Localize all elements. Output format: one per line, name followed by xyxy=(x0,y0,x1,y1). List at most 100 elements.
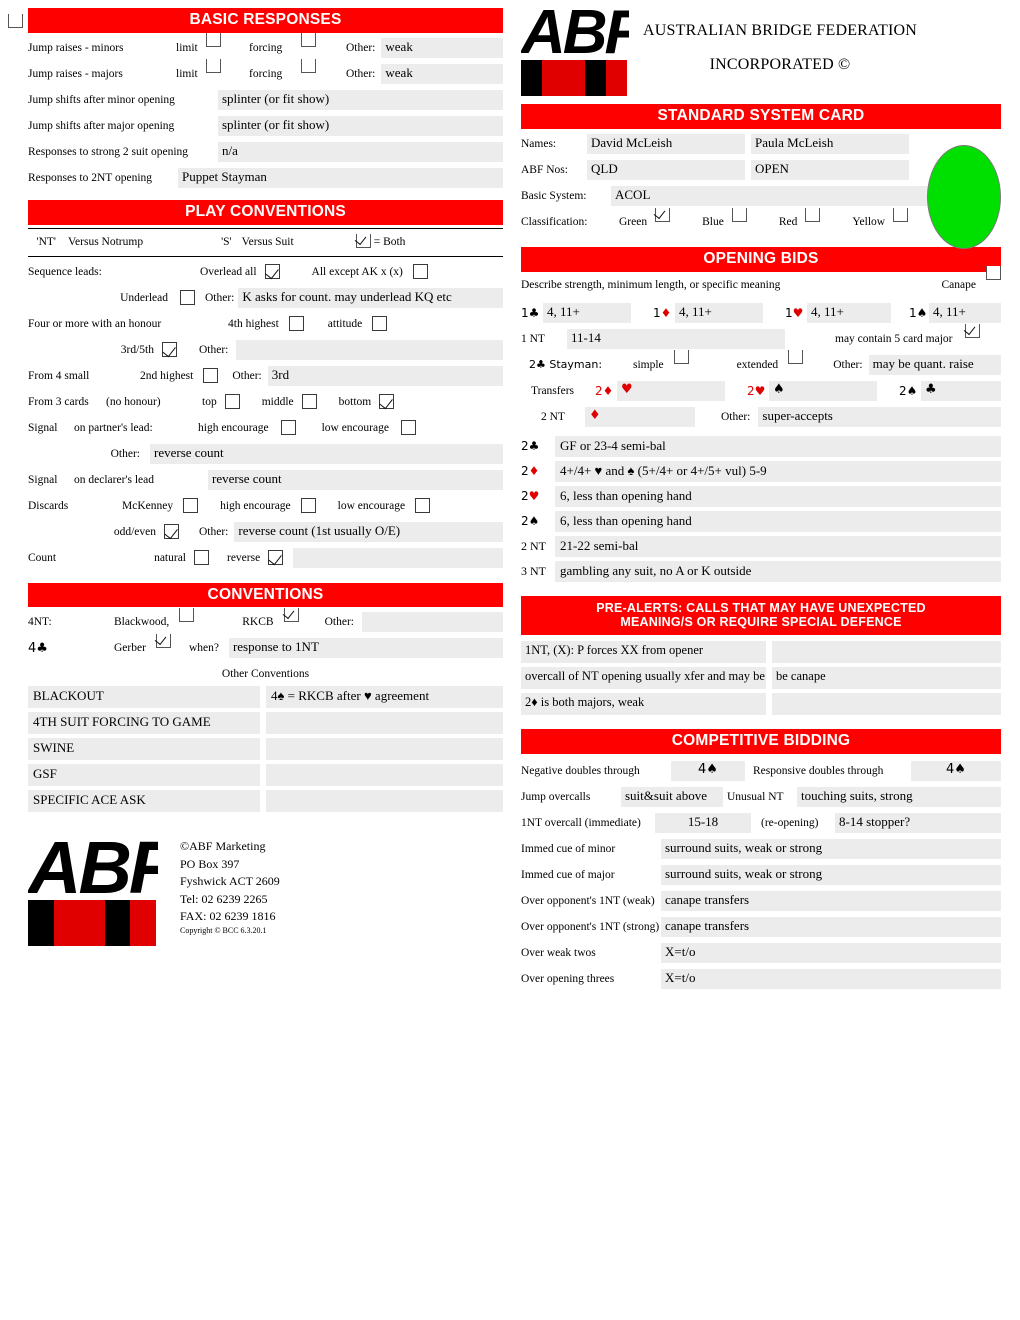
convention-name[interactable]: GSF xyxy=(28,764,260,787)
over-weak-twos-value[interactable]: X=t/o xyxy=(661,943,1001,964)
convention-meaning[interactable] xyxy=(266,738,503,761)
pre-alert-text[interactable]: 1NT, (X): P forces XX from opener xyxy=(521,641,766,664)
low-encourage-discard-checkbox[interactable] xyxy=(415,498,431,514)
convention-meaning[interactable] xyxy=(266,790,503,813)
nt-overcall-value[interactable]: 15-18 xyxy=(655,813,751,834)
high-encourage-partner-checkbox[interactable] xyxy=(280,420,296,436)
immed-cue-major-value[interactable]: surround suits, weak or strong xyxy=(661,865,1001,886)
gerber-when-value[interactable]: response to 1NT xyxy=(228,638,503,659)
opening-bid-2nt-value[interactable]: 21-22 semi-bal xyxy=(555,535,1001,557)
opening-bid-2h-value[interactable]: 6, less than opening hand xyxy=(555,485,1001,507)
responsive-doubles-value[interactable]: 4♠ xyxy=(911,761,1001,782)
stayman-other-value[interactable]: may be quant. raise xyxy=(868,354,1001,375)
stayman-extended-checkbox[interactable] xyxy=(788,350,804,366)
convention-name[interactable]: SPECIFIC ACE ASK xyxy=(28,790,260,813)
attitude-checkbox[interactable] xyxy=(372,316,388,332)
count-other-value[interactable] xyxy=(293,547,503,568)
overlead-all-checkbox[interactable] xyxy=(264,264,280,280)
gerber-checkbox[interactable] xyxy=(155,633,171,649)
low-encourage-partner-checkbox[interactable] xyxy=(400,420,416,436)
classification-yellow-checkbox[interactable] xyxy=(893,208,909,224)
player-name-2[interactable]: Paula McLeish xyxy=(751,133,909,154)
second-highest-checkbox[interactable] xyxy=(203,368,219,384)
jump-shifts-major-value[interactable]: splinter (or fit show) xyxy=(218,115,503,136)
over-opp-1nt-strong-value[interactable]: canape transfers xyxy=(661,917,1001,938)
underlead-other-value[interactable]: K asks for count. may underlead KQ etc xyxy=(238,287,503,308)
over-opp-1nt-weak-value[interactable]: canape transfers xyxy=(661,891,1001,912)
basic-system-value[interactable]: ACOL xyxy=(611,185,933,206)
blackwood-checkbox[interactable] xyxy=(179,607,195,623)
canape-checkbox[interactable] xyxy=(986,266,1001,282)
pre-alert-text[interactable]: 2♦ is both majors, weak xyxy=(521,693,766,716)
from-4-small-other-value[interactable]: 3rd xyxy=(267,365,503,386)
classification-green-checkbox[interactable] xyxy=(655,208,671,224)
mckenney-checkbox[interactable] xyxy=(183,498,199,514)
fourth-highest-checkbox[interactable] xyxy=(288,316,304,332)
partner-other-value[interactable]: reverse count xyxy=(150,443,503,464)
pre-alert-extra[interactable] xyxy=(772,641,1001,664)
abf-no-2[interactable]: OPEN xyxy=(751,159,909,180)
unusual-nt-value[interactable]: touching suits, strong xyxy=(797,787,1001,808)
convention-meaning[interactable] xyxy=(266,764,503,787)
opening-bid-2s-value[interactable]: 6, less than opening hand xyxy=(555,510,1001,532)
classification-red-checkbox[interactable] xyxy=(805,208,821,224)
negative-doubles-value[interactable]: 4♠ xyxy=(671,761,745,782)
convention-meaning[interactable]: 4♠ = RKCB after ♥ agreement xyxy=(266,686,503,709)
jump-raises-majors-other[interactable]: weak xyxy=(381,63,503,84)
opening-bid-1d-value[interactable]: 4, 11+ xyxy=(675,302,763,323)
opening-bid-1h-value[interactable]: 4, 11+ xyxy=(807,302,891,323)
opening-bid-2d-value[interactable]: 4+/4+ ♥ and ♠ (5+/4+ or 4+/5+ vul) 5-9 xyxy=(555,460,1001,482)
two-nt-transfer-suit[interactable]: ♦ xyxy=(585,406,695,427)
all-except-checkbox[interactable] xyxy=(412,264,428,280)
jump-raises-minors-other[interactable]: weak xyxy=(381,37,503,58)
five-card-major-checkbox[interactable] xyxy=(964,324,980,340)
player-name-1[interactable]: David McLeish xyxy=(587,133,745,154)
rkcb-checkbox[interactable] xyxy=(283,607,299,623)
opening-bid-1s-value[interactable]: 4, 11+ xyxy=(929,302,1001,323)
reopening-value[interactable]: 8-14 stopper? xyxy=(835,813,1001,834)
one-nt-value[interactable]: 11-14 xyxy=(567,328,785,349)
opening-bid-2c-value[interactable]: GF or 23-4 semi-bal xyxy=(555,435,1001,457)
pre-alert-extra[interactable]: be canape xyxy=(772,667,1001,690)
jump-overcalls-value[interactable]: suit&suit above xyxy=(621,787,723,808)
responses-strong-2-value[interactable]: n/a xyxy=(218,141,503,162)
middle-checkbox[interactable] xyxy=(301,394,317,410)
natural-checkbox[interactable] xyxy=(194,550,209,566)
abf-no-1[interactable]: QLD xyxy=(587,159,745,180)
underlead-checkbox[interactable] xyxy=(180,290,195,306)
jump-shifts-minor-value[interactable]: splinter (or fit show) xyxy=(218,89,503,110)
top-checkbox[interactable] xyxy=(224,394,240,410)
transfer-shows-2d[interactable]: ♥ xyxy=(617,380,725,401)
forcing-checkbox-majors[interactable] xyxy=(301,59,316,75)
over-opening-threes-value[interactable]: X=t/o xyxy=(661,969,1001,990)
competitive-row: Over opponent's 1NT (strong) canape tran… xyxy=(521,916,1001,938)
convention-meaning[interactable] xyxy=(266,712,503,735)
responses-2nt-value[interactable]: Puppet Stayman xyxy=(178,167,503,188)
reverse-checkbox[interactable] xyxy=(268,550,284,566)
opening-bid-1c-value[interactable]: 4, 11+ xyxy=(543,302,631,323)
declarer-lead-value[interactable]: reverse count xyxy=(208,469,503,490)
stayman-simple-checkbox[interactable] xyxy=(673,350,689,366)
page-margin-checkbox[interactable] xyxy=(8,14,23,29)
odd-even-checkbox[interactable] xyxy=(164,524,179,540)
discard-other-value[interactable]: reverse count (1st usually O/E) xyxy=(234,521,503,542)
forcing-checkbox-minors[interactable] xyxy=(301,33,316,49)
immed-cue-minor-value[interactable]: surround suits, weak or strong xyxy=(661,839,1001,860)
third-fifth-checkbox[interactable] xyxy=(162,342,177,358)
classification-blue-checkbox[interactable] xyxy=(731,208,747,224)
transfer-shows-2h[interactable]: ♠ xyxy=(769,380,877,401)
limit-checkbox-minors[interactable] xyxy=(206,33,221,49)
transfer-shows-2s[interactable]: ♣ xyxy=(921,380,1001,401)
pre-alert-extra[interactable] xyxy=(772,693,1001,716)
opening-bid-3nt-value[interactable]: gambling any suit, no A or K outside xyxy=(555,560,1001,582)
third-fifth-other-value[interactable] xyxy=(236,339,503,360)
bottom-checkbox[interactable] xyxy=(379,394,395,410)
convention-name[interactable]: 4TH SUIT FORCING TO GAME xyxy=(28,712,260,735)
limit-checkbox-majors[interactable] xyxy=(206,59,221,75)
four-nt-other-value[interactable] xyxy=(361,612,503,633)
pre-alert-text[interactable]: overcall of NT opening usually xfer and … xyxy=(521,667,766,690)
convention-name[interactable]: SWINE xyxy=(28,738,260,761)
convention-name[interactable]: BLACKOUT xyxy=(28,686,260,709)
high-encourage-discard-checkbox[interactable] xyxy=(300,498,316,514)
two-nt-transfer-other-value[interactable]: super-accepts xyxy=(758,406,1001,427)
